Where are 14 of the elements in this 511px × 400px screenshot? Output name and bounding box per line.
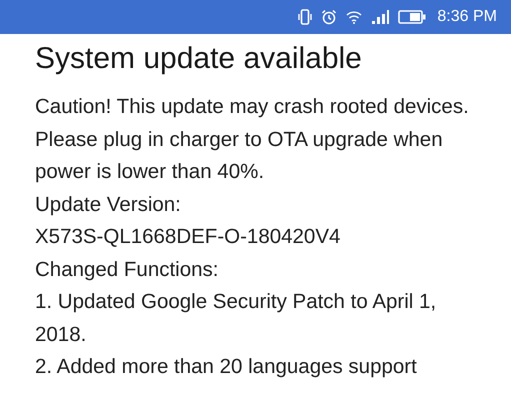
message-line: Please plug in charger to OTA upgrade when power is lower than 40%. — [35, 126, 444, 185]
clock-time: 8:36 PM — [437, 8, 497, 26]
message-line: 2. Added more than 20 languages support — [35, 354, 418, 380]
dialog-title: System update available — [35, 41, 363, 77]
alarm-icon — [321, 9, 338, 25]
signal-icon — [371, 10, 390, 24]
message-line: Update Version: — [35, 192, 182, 218]
battery-icon — [398, 10, 426, 24]
message-line: 1. Updated Google Security Patch to April 1, 2018. — [35, 289, 438, 348]
message-line: Caution! This update may crash rooted devices. — [35, 94, 470, 120]
wifi-icon — [346, 10, 362, 24]
message-line: X573S-QL1668DEF-O-180420V4 — [35, 224, 342, 250]
vibrate-icon — [298, 9, 312, 25]
message-line: Changed Functions: — [35, 256, 220, 282]
